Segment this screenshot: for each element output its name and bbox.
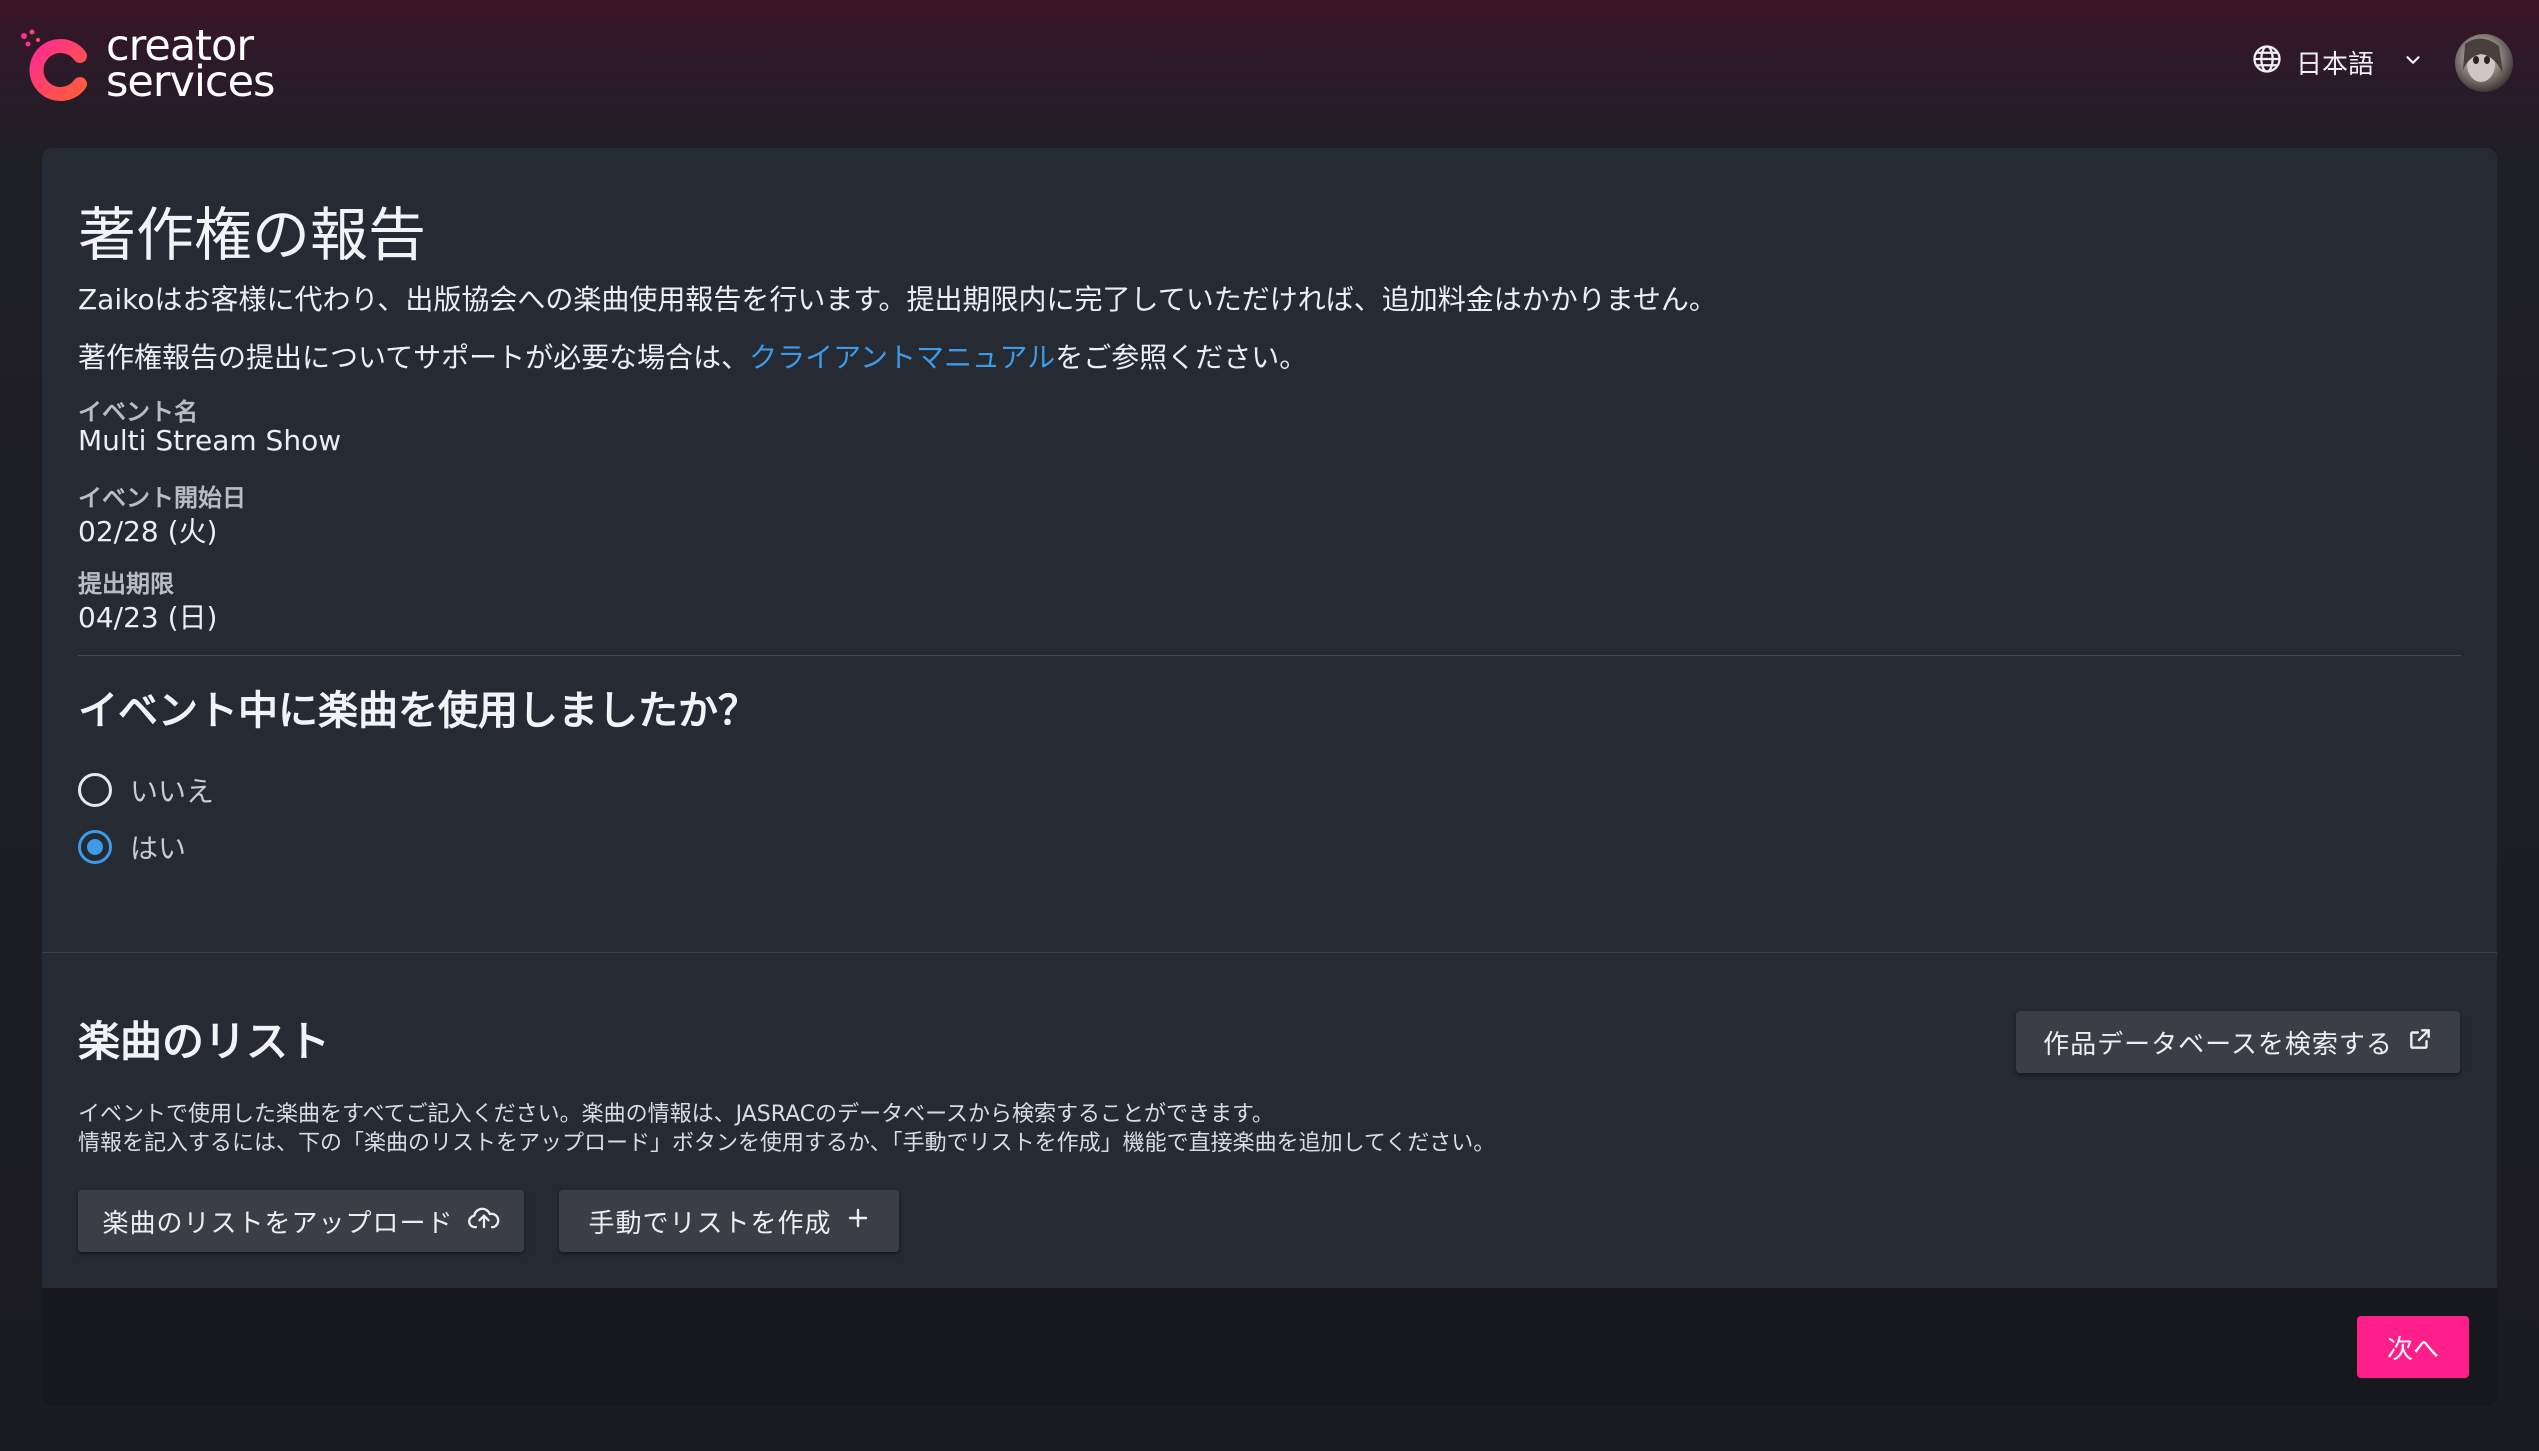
song-list-desc-line1: イベントで使用した楽曲をすべてご記入ください。楽曲の情報は、JASRACのデータ… [78, 1102, 1274, 1127]
radio-yes-circle[interactable] [78, 830, 112, 864]
music-used-question: イベント中に楽曲を使用しましたか？ [78, 688, 758, 734]
deadline-value: 04/23 (日) [78, 601, 218, 634]
logo-text: creator services [106, 25, 275, 107]
globe-icon [2252, 44, 2282, 81]
upload-label: 楽曲のリストをアップロード [102, 1208, 454, 1239]
support-text: 著作権報告の提出についてサポートが必要な場合は、クライアントマニュアルをご参照く… [78, 336, 1307, 376]
event-name-value: Multi Stream Show [78, 424, 342, 457]
copyright-report-card: 著作権の報告 Zaikoはお客様に代わり、出版協会への楽曲使用報告を行います。提… [42, 148, 2497, 1406]
intro-text: Zaikoはお客様に代わり、出版協会への楽曲使用報告を行います。提出期限内に完了… [78, 283, 1717, 316]
song-list-title: 楽曲のリスト [78, 1017, 331, 1066]
event-start-label: イベント開始日 [78, 484, 246, 512]
plus-icon [846, 1206, 870, 1237]
radio-yes-label: はい [130, 832, 187, 865]
deadline-label: 提出期限 [78, 570, 174, 598]
search-db-label: 作品データベースを検索する [2043, 1029, 2393, 1060]
radio-option-yes[interactable]: はい [78, 827, 186, 867]
card-footer: 次へ [42, 1288, 2497, 1406]
song-list-desc-line2: 情報を記入するには、下の「楽曲のリストをアップロード」ボタンを使用するか、「手動… [78, 1131, 1496, 1156]
full-width-divider [42, 952, 2497, 953]
external-link-icon [2407, 1026, 2433, 1059]
next-button[interactable]: 次へ [2357, 1316, 2469, 1378]
logo-mark-icon [18, 26, 90, 102]
support-suffix: をご参照ください。 [1055, 341, 1308, 374]
creator-services-logo[interactable]: creator services [18, 25, 275, 107]
logo-line-2: services [106, 57, 275, 107]
upload-song-list-button[interactable]: 楽曲のリストをアップロード [78, 1190, 524, 1252]
chevron-down-icon [2402, 48, 2424, 78]
radio-no-circle[interactable] [78, 773, 112, 807]
cloud-upload-icon [467, 1205, 500, 1238]
top-header: creator services 日本語 [0, 0, 2539, 140]
radio-no-label: いいえ [130, 775, 215, 808]
client-manual-link[interactable]: クライアントマニュアル [749, 341, 1055, 374]
section-divider [78, 655, 2461, 656]
user-avatar[interactable] [2455, 34, 2513, 92]
event-start-value: 02/28 (火) [78, 515, 218, 548]
manual-label: 手動でリストを作成 [588, 1208, 832, 1239]
language-label: 日本語 [2295, 50, 2374, 80]
support-prefix: 著作権報告の提出についてサポートが必要な場合は、 [78, 341, 750, 374]
create-list-manually-button[interactable]: 手動でリストを作成 [559, 1190, 899, 1252]
language-selector[interactable]: 日本語 [2252, 44, 2424, 81]
page-title: 著作権の報告 [78, 201, 427, 269]
radio-option-no[interactable]: いいえ [78, 770, 214, 810]
search-work-database-button[interactable]: 作品データベースを検索する [2016, 1011, 2460, 1073]
event-name-label: イベント名 [78, 398, 198, 426]
